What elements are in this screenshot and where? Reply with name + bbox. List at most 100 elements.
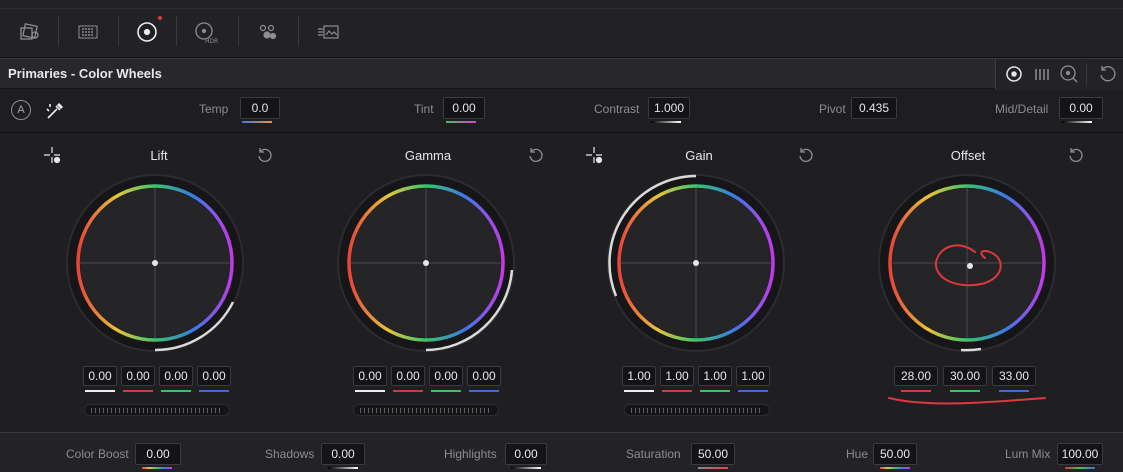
color-boost-field[interactable]: 0.00 <box>135 443 181 465</box>
offset-reset-icon[interactable] <box>1067 146 1085 164</box>
toolbar-separator <box>176 16 177 46</box>
hue-gradient <box>880 467 910 469</box>
toolbar-separator <box>238 16 239 46</box>
lift-red-underline <box>123 390 153 392</box>
tint-gradient <box>446 121 476 123</box>
pivot-label: Pivot <box>819 102 846 116</box>
primaries-wheels-icon[interactable] <box>133 18 161 46</box>
log-wheels-mode-icon[interactable] <box>1059 64 1079 84</box>
auto-balance-button[interactable]: A <box>11 100 31 120</box>
gamma-wheel[interactable] <box>335 172 517 354</box>
tint-field[interactable]: 0.00 <box>443 97 485 119</box>
camera-raw-icon[interactable] <box>16 18 44 46</box>
saturation-gradient <box>698 467 728 469</box>
mode-switcher <box>995 59 1123 90</box>
toolbar-separator <box>118 16 119 46</box>
lift-title: Lift <box>150 148 168 163</box>
motion-effects-icon[interactable] <box>314 18 342 46</box>
lift-blue-field[interactable]: 0.00 <box>197 366 231 386</box>
gamma-reset-icon[interactable] <box>527 146 545 164</box>
gamma-red-field[interactable]: 0.00 <box>391 366 425 386</box>
lift-master-underline <box>85 390 115 392</box>
offset-blue-field[interactable]: 33.00 <box>992 366 1036 386</box>
bottom-params-row: Color Boost 0.00 Shadows 0.00 Highlights… <box>0 432 1123 472</box>
shadows-field[interactable]: 0.00 <box>321 443 365 465</box>
lift-blue-underline <box>199 390 229 392</box>
mid-detail-field[interactable]: 0.00 <box>1059 97 1103 119</box>
gamma-values: 0.00 0.00 0.00 0.00 <box>353 366 503 392</box>
primaries-bars-mode-icon[interactable] <box>1032 64 1052 84</box>
gain-blue-field[interactable]: 1.00 <box>736 366 770 386</box>
lift-master-field[interactable]: 0.00 <box>83 366 117 386</box>
rgb-mixer-icon[interactable] <box>253 18 281 46</box>
offset-red-underline <box>901 390 931 392</box>
gain-master-field[interactable]: 1.00 <box>622 366 656 386</box>
lift-master-slider[interactable] <box>84 404 230 416</box>
contrast-label: Contrast <box>594 102 640 116</box>
gamma-blue-underline <box>469 390 499 392</box>
saturation-field[interactable]: 50.00 <box>691 443 735 465</box>
contrast-field[interactable]: 1.000 <box>648 97 690 119</box>
gain-green-field[interactable]: 1.00 <box>698 366 732 386</box>
offset-wheel-graphic <box>878 174 1056 352</box>
offset-blue-underline <box>999 390 1029 392</box>
temp-field[interactable]: 0.0 <box>240 97 280 119</box>
pivot-field[interactable]: 0.435 <box>851 97 897 119</box>
lum-mix-gradient <box>1065 467 1095 469</box>
color-match-icon[interactable] <box>74 18 102 46</box>
gain-red-field[interactable]: 1.00 <box>660 366 694 386</box>
lum-mix-field[interactable]: 100.00 <box>1057 443 1103 465</box>
lift-green-field[interactable]: 0.00 <box>159 366 193 386</box>
hue-label: Hue <box>846 447 869 461</box>
color-boost-gradient <box>142 467 172 469</box>
tint-label: Tint <box>414 102 434 116</box>
offset-red-field[interactable]: 28.00 <box>894 366 938 386</box>
highlights-field[interactable]: 0.00 <box>505 443 547 465</box>
gain-values: 1.00 1.00 1.00 1.00 <box>622 366 772 392</box>
gain-picker-icon[interactable] <box>585 146 603 164</box>
mid-detail-gradient <box>1062 121 1092 123</box>
color-wheels-area: Lift 0.00 0.00 0.00 0.00 Gamma 0.00 0.00… <box>0 134 1123 432</box>
highlights-gradient <box>511 467 541 469</box>
top-toolbar: HDR <box>0 0 1123 58</box>
offset-green-field[interactable]: 30.00 <box>943 366 987 386</box>
offset-values: 28.00 30.00 33.00 <box>894 366 1044 392</box>
gain-master-slider[interactable] <box>624 404 770 416</box>
hdr-wheels-icon[interactable]: HDR <box>192 18 220 46</box>
toolbar-top-strip <box>0 0 1123 9</box>
gamma-green-field[interactable]: 0.00 <box>429 366 463 386</box>
lift-reset-icon[interactable] <box>256 146 274 164</box>
adjustment-params-row: A Temp 0.0 Tint 0.00 Contrast 1.000 Pivo… <box>0 90 1123 133</box>
lift-green-underline <box>161 390 191 392</box>
reset-all-icon[interactable] <box>1097 64 1117 84</box>
gain-green-underline <box>700 390 730 392</box>
gain-master-underline <box>624 390 654 392</box>
gain-wheel[interactable] <box>605 172 787 354</box>
color-wheels-mode-icon[interactable] <box>1004 64 1024 84</box>
mode-separator <box>1086 63 1087 85</box>
color-boost-label: Color Boost <box>66 447 129 461</box>
gain-reset-icon[interactable] <box>797 146 815 164</box>
highlights-label: Highlights <box>444 447 497 461</box>
lift-red-field[interactable]: 0.00 <box>121 366 155 386</box>
toolbar-separator <box>298 16 299 46</box>
gain-red-underline <box>662 390 692 392</box>
gamma-blue-field[interactable]: 0.00 <box>467 366 501 386</box>
offset-title: Offset <box>950 148 986 163</box>
gamma-master-slider[interactable] <box>353 404 499 416</box>
panel-title: Primaries - Color Wheels <box>8 66 162 81</box>
offset-wheel[interactable] <box>876 172 1058 354</box>
gamma-master-field[interactable]: 0.00 <box>353 366 387 386</box>
gamma-title: Gamma <box>404 148 452 163</box>
saturation-label: Saturation <box>626 447 681 461</box>
lift-picker-icon[interactable] <box>43 146 61 164</box>
lift-wheel[interactable] <box>64 172 246 354</box>
gamma-red-underline <box>393 390 423 392</box>
hue-field[interactable]: 50.00 <box>873 443 917 465</box>
gamma-green-underline <box>431 390 461 392</box>
temp-label: Temp <box>199 102 229 116</box>
eyedropper-icon[interactable] <box>44 100 66 122</box>
lift-wheel-graphic <box>66 174 244 352</box>
lift-values: 0.00 0.00 0.00 0.00 <box>83 366 233 392</box>
toolbar-separator <box>58 16 59 46</box>
